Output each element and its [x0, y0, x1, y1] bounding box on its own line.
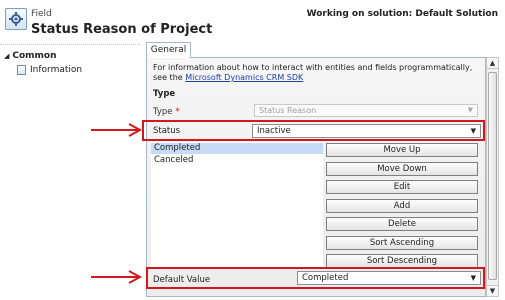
nav-divider [0, 44, 140, 45]
type-label-text: Type [153, 107, 173, 117]
status-highlight-box [142, 120, 485, 141]
chevron-down-icon: ▼ [467, 106, 473, 114]
tab-general[interactable]: General [146, 42, 191, 58]
delete-button[interactable]: Delete [326, 217, 478, 231]
sdk-info-text: For information about how to interact wi… [153, 63, 473, 83]
sort-descending-button[interactable]: Sort Descending [326, 254, 478, 268]
type-label: Type * [153, 107, 180, 117]
sdk-link[interactable]: Microsoft Dynamics CRM SDK [185, 73, 303, 82]
collapse-triangle-icon[interactable]: ◢ [4, 52, 9, 60]
field-settings-icon [5, 8, 27, 30]
move-up-button[interactable]: Move Up [326, 143, 478, 157]
section-heading-type: Type [153, 89, 176, 99]
required-marker: * [175, 107, 180, 117]
list-item[interactable]: Completed [151, 143, 323, 154]
red-arrow-icon [91, 270, 143, 284]
default-value-highlight-box [146, 267, 485, 289]
status-reason-list[interactable]: Completed Canceled [151, 142, 323, 267]
entity-type-label: Field [31, 9, 52, 19]
nav-item-information[interactable]: Information [17, 65, 82, 75]
add-button[interactable]: Add [326, 199, 478, 213]
nav-item-label: Information [30, 65, 83, 75]
scroll-up-arrow-icon[interactable]: ▲ [487, 58, 498, 69]
document-icon [17, 65, 26, 75]
edit-button[interactable]: Edit [326, 180, 478, 194]
solution-indicator: Working on solution: Default Solution [306, 9, 498, 19]
scroll-down-arrow-icon[interactable]: ▼ [487, 285, 498, 296]
red-arrow-icon [91, 123, 143, 137]
page-title: Status Reason of Project [31, 22, 213, 37]
nav-group-label: Common [12, 51, 57, 61]
list-item[interactable]: Canceled [151, 155, 323, 166]
type-select-value: Status Reason [259, 106, 317, 115]
nav-group-common[interactable]: ◢ Common [4, 51, 57, 61]
sort-ascending-button[interactable]: Sort Ascending [326, 236, 478, 250]
scrollbar-thumb[interactable] [488, 72, 497, 280]
type-select: Status Reason ▼ [254, 104, 478, 117]
move-down-button[interactable]: Move Down [326, 162, 478, 176]
